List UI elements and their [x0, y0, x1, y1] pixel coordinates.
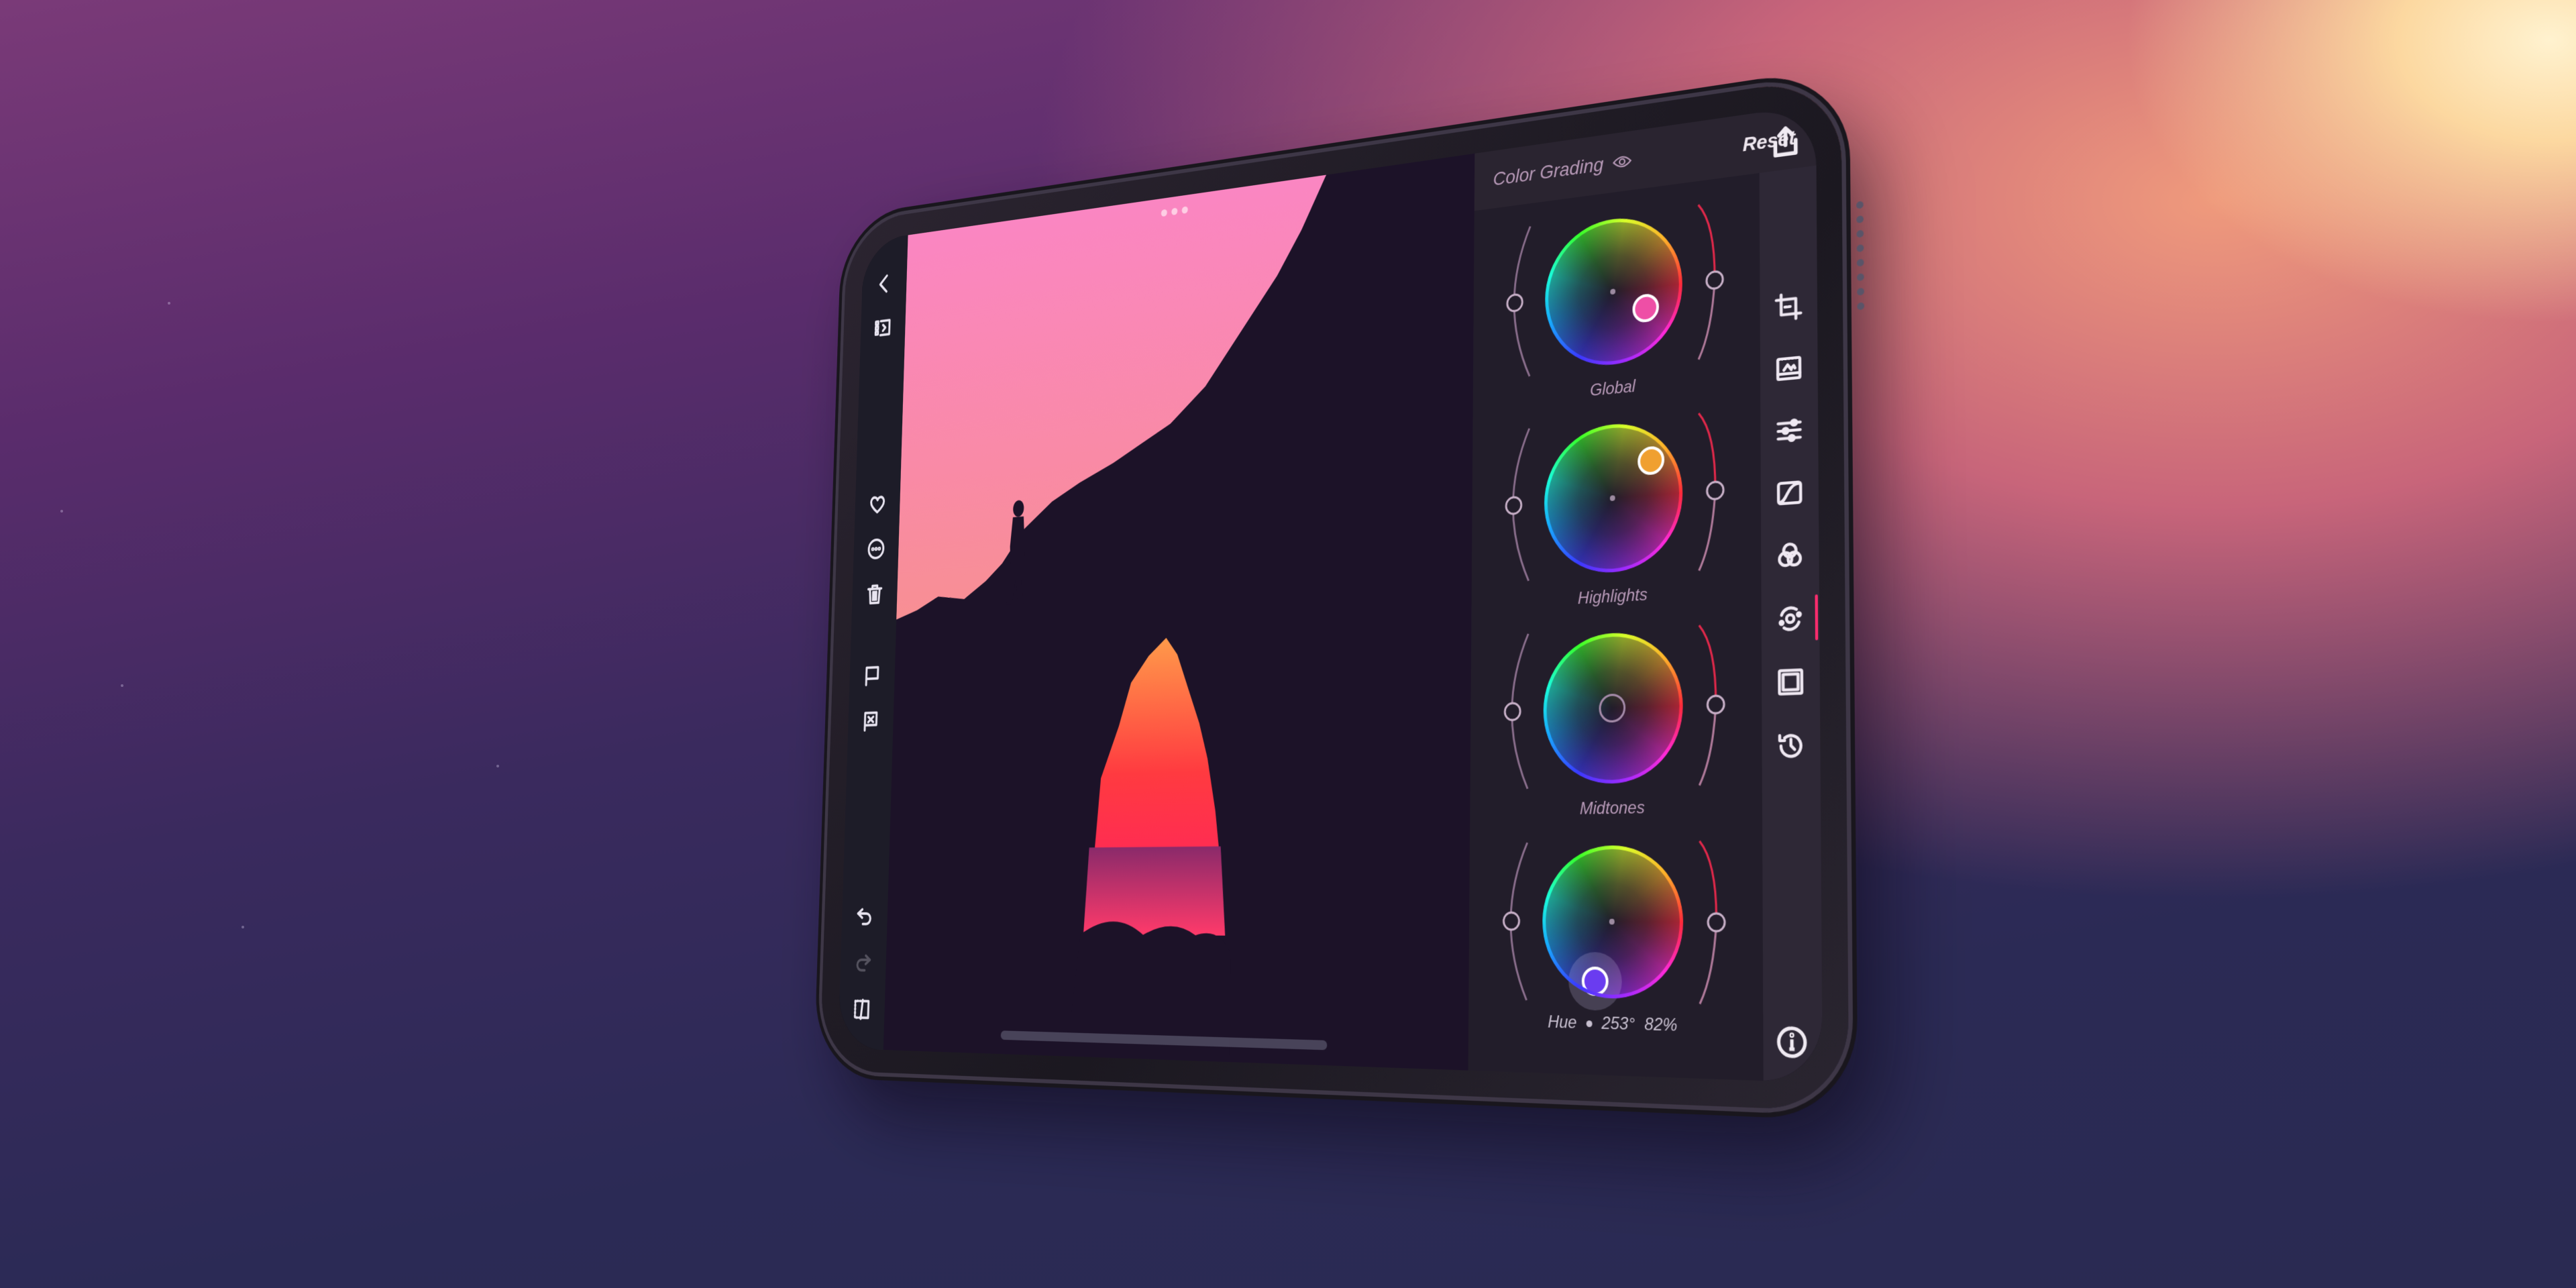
luminance-slider[interactable] [1498, 219, 1537, 386]
history-icon [1776, 730, 1806, 762]
color-puck-neutral[interactable] [1599, 693, 1626, 723]
background-speck [168, 302, 170, 305]
readout-separator [1586, 1020, 1593, 1027]
reject-button[interactable] [859, 706, 883, 735]
undo-icon [855, 904, 875, 929]
gallery-switch-icon [873, 315, 893, 341]
panel-title: Color Grading [1493, 153, 1604, 190]
tools-rail [1759, 165, 1823, 1083]
background-speck [60, 510, 63, 513]
hue-wheel[interactable] [1544, 210, 1682, 372]
share-button[interactable] [1770, 122, 1801, 160]
background-speck [496, 765, 499, 767]
color-wheel-highlights: Highlights [1497, 403, 1733, 613]
adjustments-icon [1774, 414, 1804, 447]
wheel-label: Midtones [1579, 798, 1645, 819]
luminance-slider[interactable] [1494, 835, 1534, 1007]
tablet-side-grille [1856, 201, 1865, 311]
color-puck[interactable] [1581, 967, 1609, 997]
browse-button[interactable] [871, 313, 894, 343]
flag-icon [862, 663, 882, 688]
heart-icon [867, 491, 888, 517]
favorite-button[interactable] [866, 489, 890, 519]
color-wheel-midtones: Midtones [1495, 616, 1734, 820]
wheel-label: Global [1590, 376, 1636, 400]
wheel-center-dot [1610, 288, 1616, 295]
more-icon [866, 536, 886, 561]
color-puck[interactable] [1632, 292, 1659, 324]
trash-icon [865, 581, 885, 606]
tool-color-mixer[interactable] [1772, 536, 1808, 575]
saturation-slider[interactable] [1692, 193, 1733, 367]
tablet-screen: Color Grading Reset Global Highlights Midt… [837, 104, 1823, 1083]
delete-button[interactable] [863, 579, 887, 608]
wheel-center-dot [1609, 495, 1615, 502]
color-wheel-global: Global [1498, 193, 1733, 409]
color-grading-icon [1775, 602, 1805, 635]
info-button[interactable] [1776, 1025, 1807, 1059]
color-wheel-shadows: Hue 253° 82% [1494, 833, 1735, 1037]
tool-image[interactable] [1771, 349, 1806, 388]
hue-readout: Hue 253° 82% [1548, 1012, 1677, 1036]
tool-frame[interactable] [1773, 663, 1809, 701]
luminance-slider[interactable] [1495, 627, 1535, 796]
back-button[interactable] [873, 269, 896, 299]
color-mixer-icon [1775, 539, 1805, 572]
color-wheels-list: Global Highlights Midtones Hue 253° 82% [1468, 172, 1764, 1081]
luminance-slider[interactable] [1497, 421, 1536, 590]
chevron-left-icon [874, 271, 894, 297]
readout-amount: 82% [1644, 1014, 1678, 1036]
active-tool-indicator [1815, 594, 1819, 641]
sea-water [1083, 846, 1227, 936]
reject-flag-icon [861, 708, 881, 734]
compare-button[interactable] [850, 995, 873, 1024]
puck-touch-halo [1568, 952, 1622, 1012]
wheel-center-dot [1609, 918, 1615, 925]
saturation-slider[interactable] [1692, 403, 1733, 578]
background-stage: Color Grading Reset Global Highlights Midt… [0, 0, 2576, 1288]
hue-wheel[interactable] [1544, 418, 1683, 577]
color-puck[interactable] [1638, 445, 1664, 476]
image-icon [1774, 352, 1804, 385]
share-icon [1770, 122, 1801, 160]
compare-icon [851, 997, 872, 1022]
undo-button[interactable] [853, 902, 876, 931]
redo-icon [853, 951, 873, 976]
saturation-slider[interactable] [1693, 833, 1735, 1012]
redo-button[interactable] [851, 949, 875, 977]
hue-wheel[interactable] [1543, 629, 1683, 786]
background-speck [121, 684, 123, 687]
photo-scene [883, 153, 1475, 1071]
curves-icon [1775, 476, 1805, 509]
vignette-icon [1776, 666, 1806, 698]
flag-button[interactable] [861, 661, 884, 690]
crop-icon [1774, 290, 1803, 323]
wheel-label: Highlights [1577, 585, 1648, 608]
readout-label: Hue [1548, 1012, 1577, 1033]
readout-hue: 253° [1601, 1013, 1635, 1034]
saturation-slider[interactable] [1693, 616, 1734, 793]
eye-icon[interactable] [1613, 153, 1632, 171]
photo-canvas[interactable] [883, 153, 1475, 1071]
tool-crop[interactable] [1771, 287, 1806, 327]
tool-curves[interactable] [1772, 474, 1807, 513]
tool-history[interactable] [1773, 727, 1809, 765]
tool-color-grading[interactable] [1772, 594, 1819, 641]
info-icon [1776, 1025, 1807, 1059]
background-speck [241, 926, 244, 928]
tablet-device: Color Grading Reset Global Highlights Midt… [819, 75, 1865, 1112]
tool-adjust[interactable] [1772, 411, 1807, 450]
hue-wheel[interactable] [1542, 845, 1684, 1012]
more-button[interactable] [865, 534, 888, 564]
color-grading-panel: Color Grading Reset Global Highlights Midt… [1468, 104, 1823, 1083]
